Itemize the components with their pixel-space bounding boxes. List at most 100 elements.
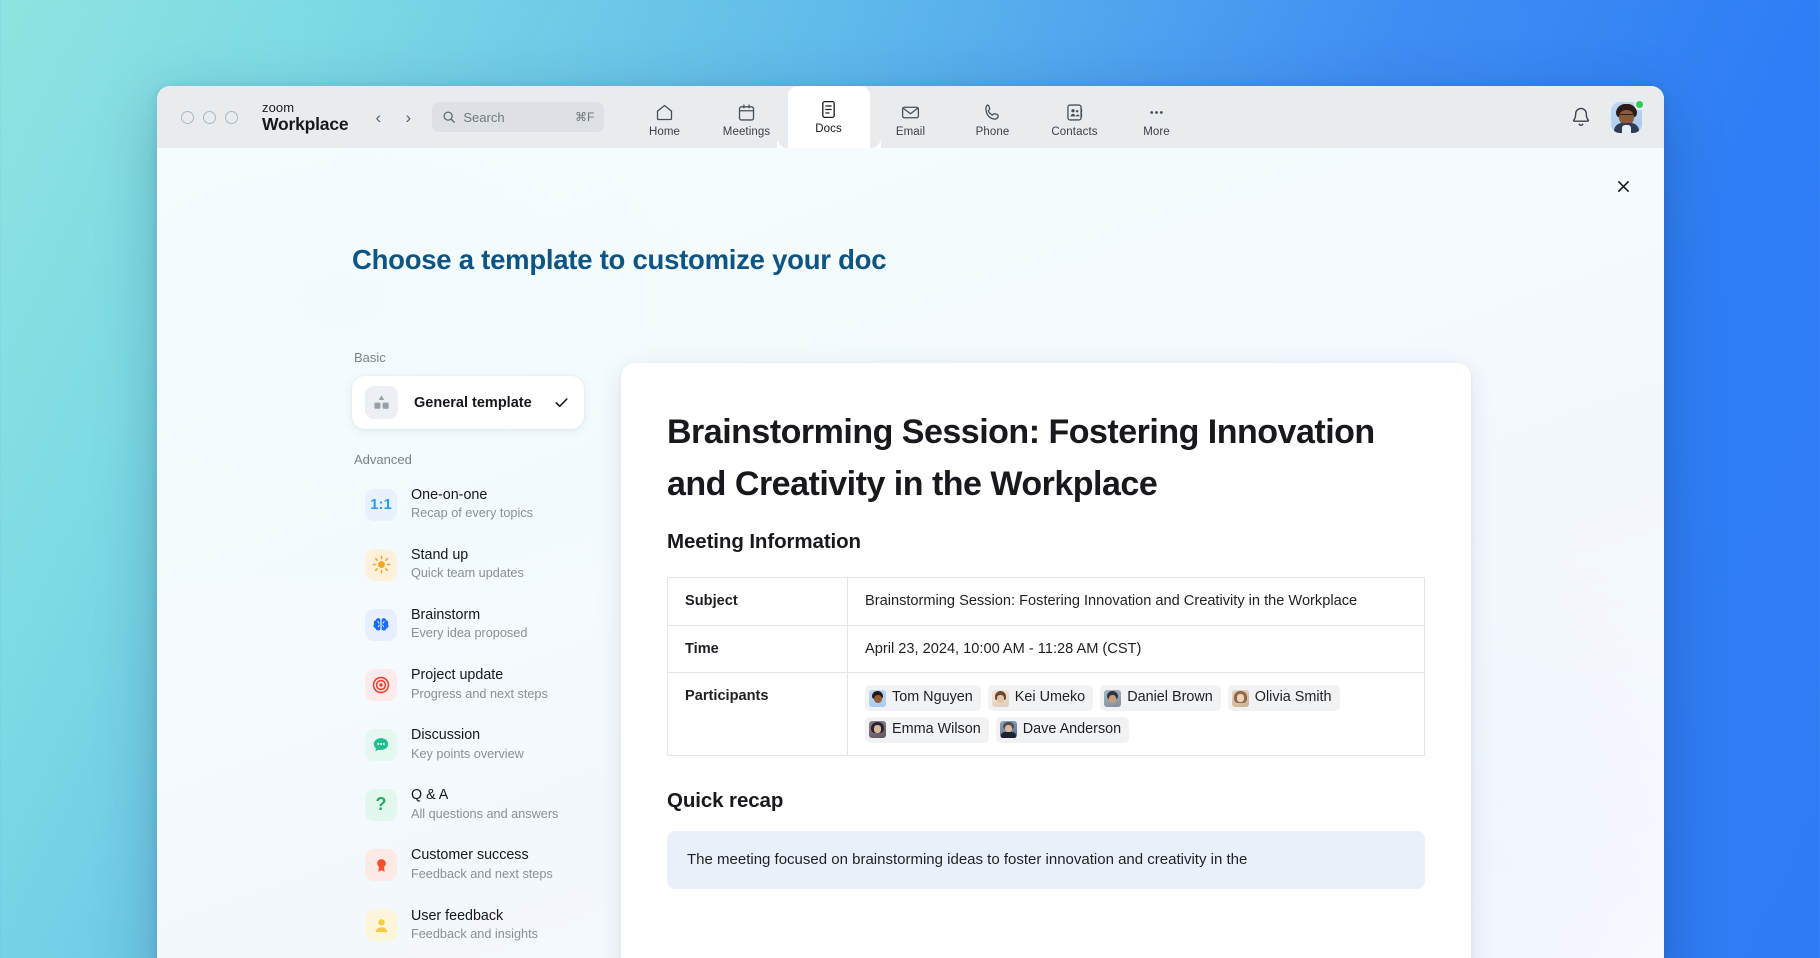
tab-meetings-label: Meetings <box>723 126 770 138</box>
sidebar-item-label: Customer success <box>411 846 553 865</box>
table-cell-value: April 23, 2024, 10:00 AM - 11:28 AM (CST… <box>848 625 1425 672</box>
avatar[interactable] <box>1611 102 1642 133</box>
tab-more[interactable]: More <box>1116 91 1198 148</box>
forward-button[interactable]: › <box>395 104 421 130</box>
participant-chip: Emma Wilson <box>865 717 989 743</box>
brain-icon <box>365 609 397 641</box>
brand-logo: zoom Workplace <box>262 101 348 132</box>
sidebar-item-q-and-a[interactable]: ? Q & A All questions and answers <box>353 778 584 831</box>
template-sidebar: Basic General template Advanced 1:1 <box>352 350 584 958</box>
sidebar-item-general-template[interactable]: General template <box>352 376 584 429</box>
sidebar-item-discussion[interactable]: Discussion Key points overview <box>353 718 584 771</box>
calendar-icon <box>736 102 757 123</box>
tab-docs-label: Docs <box>815 123 842 135</box>
app-window: zoom Workplace ‹ › Search ⌘F Home <box>157 86 1664 958</box>
award-ribbon-icon <box>365 849 397 881</box>
sidebar-item-label: Brainstorm <box>411 606 527 625</box>
sidebar-group-label-basic: Basic <box>352 350 584 365</box>
window-close-button[interactable] <box>181 111 194 124</box>
table-cell-value: Brainstorming Session: Fostering Innovat… <box>848 578 1425 625</box>
sidebar-item-desc: Progress and next steps <box>411 686 548 704</box>
sidebar-item-label: One-on-one <box>411 486 533 505</box>
sidebar-item-label: General template <box>414 395 532 411</box>
sidebar-item-desc: All questions and answers <box>411 806 558 824</box>
table-cell-key: Subject <box>668 578 848 625</box>
table-cell-participants: Tom Nguyen Kei Umeko Daniel Brown <box>848 673 1425 755</box>
participant-name: Daniel Brown <box>1127 687 1213 709</box>
participant-chip: Daniel Brown <box>1100 685 1221 711</box>
avatar <box>1104 690 1121 707</box>
person-icon <box>365 909 397 941</box>
phone-icon <box>982 102 1003 123</box>
participant-name: Kei Umeko <box>1015 687 1085 709</box>
sidebar-item-one-on-one[interactable]: 1:1 One-on-one Recap of every topics <box>353 478 584 531</box>
sidebar-item-label: Stand up <box>411 546 524 565</box>
tab-more-label: More <box>1143 126 1170 138</box>
sidebar-item-label: Discussion <box>411 726 524 745</box>
window-minimize-button[interactable] <box>203 111 216 124</box>
search-shortcut: ⌘F <box>575 110 594 124</box>
tab-contacts[interactable]: Contacts <box>1034 91 1116 148</box>
section-heading-meeting-information: Meeting Information <box>667 530 1425 554</box>
tab-phone-label: Phone <box>976 126 1010 138</box>
participant-chip: Kei Umeko <box>988 685 1093 711</box>
navigation-arrows: ‹ › <box>365 104 421 130</box>
quick-recap-text: The meeting focused on brainstorming ide… <box>687 851 1247 868</box>
back-button[interactable]: ‹ <box>365 104 391 130</box>
participant-chip: Tom Nguyen <box>865 685 981 711</box>
main-nav-tabs: Home Meetings Docs Email <box>624 86 1198 148</box>
home-icon <box>654 102 675 123</box>
sidebar-item-desc: Quick team updates <box>411 565 524 583</box>
section-heading-quick-recap: Quick recap <box>667 789 1425 813</box>
ellipsis-icon <box>1146 102 1167 123</box>
tab-docs[interactable]: Docs <box>788 86 870 148</box>
close-button[interactable] <box>1608 171 1638 201</box>
window-maximize-button[interactable] <box>225 111 238 124</box>
sidebar-item-desc: Recap of every topics <box>411 505 533 523</box>
quick-recap-callout: The meeting focused on brainstorming ide… <box>667 831 1425 889</box>
window-traffic-lights[interactable] <box>181 111 238 124</box>
tab-email[interactable]: Email <box>870 91 952 148</box>
tab-email-label: Email <box>896 126 925 138</box>
table-row: Subject Brainstorming Session: Fostering… <box>668 578 1425 625</box>
page-title: Choose a template to customize your doc <box>352 244 886 276</box>
sidebar-item-project-update[interactable]: Project update Progress and next steps <box>353 658 584 711</box>
table-cell-key: Participants <box>668 673 848 755</box>
sidebar-item-brainstorm[interactable]: Brainstorm Every idea proposed <box>353 598 584 651</box>
bell-icon[interactable] <box>1569 105 1593 129</box>
search-input[interactable]: Search ⌘F <box>432 102 604 132</box>
sidebar-item-stand-up[interactable]: Stand up Quick team updates <box>353 538 584 591</box>
participant-name: Emma Wilson <box>892 719 981 741</box>
sidebar-item-customer-success[interactable]: Customer success Feedback and next steps <box>353 838 584 891</box>
target-icon <box>365 669 397 701</box>
sidebar-group-label-advanced: Advanced <box>352 452 584 467</box>
check-icon <box>553 394 570 411</box>
document-preview-card: Brainstorming Session: Fostering Innovat… <box>621 363 1471 958</box>
title-bar: zoom Workplace ‹ › Search ⌘F Home <box>157 86 1664 148</box>
meeting-information-table: Subject Brainstorming Session: Fostering… <box>667 577 1425 755</box>
sun-icon <box>365 549 397 581</box>
shapes-icon <box>365 386 398 419</box>
envelope-icon <box>900 102 921 123</box>
search-placeholder: Search <box>463 110 568 125</box>
close-icon <box>1616 179 1631 194</box>
avatar <box>1000 721 1017 738</box>
document-icon <box>818 99 839 120</box>
participant-name: Olivia Smith <box>1255 687 1332 709</box>
avatar <box>869 721 886 738</box>
tab-home-label: Home <box>649 126 680 138</box>
avatar <box>992 690 1009 707</box>
table-row: Time April 23, 2024, 10:00 AM - 11:28 AM… <box>668 625 1425 672</box>
table-cell-key: Time <box>668 625 848 672</box>
tab-phone[interactable]: Phone <box>952 91 1034 148</box>
participant-name: Tom Nguyen <box>892 687 973 709</box>
question-mark-icon: ? <box>365 789 397 821</box>
tab-home[interactable]: Home <box>624 91 706 148</box>
participant-name: Dave Anderson <box>1023 719 1121 741</box>
search-icon <box>442 110 456 124</box>
tab-contacts-label: Contacts <box>1051 126 1097 138</box>
tab-meetings[interactable]: Meetings <box>706 91 788 148</box>
sidebar-item-user-feedback[interactable]: User feedback Feedback and insights <box>353 899 584 952</box>
sidebar-item-desc: Feedback and insights <box>411 926 538 944</box>
status-badge <box>1634 99 1645 110</box>
